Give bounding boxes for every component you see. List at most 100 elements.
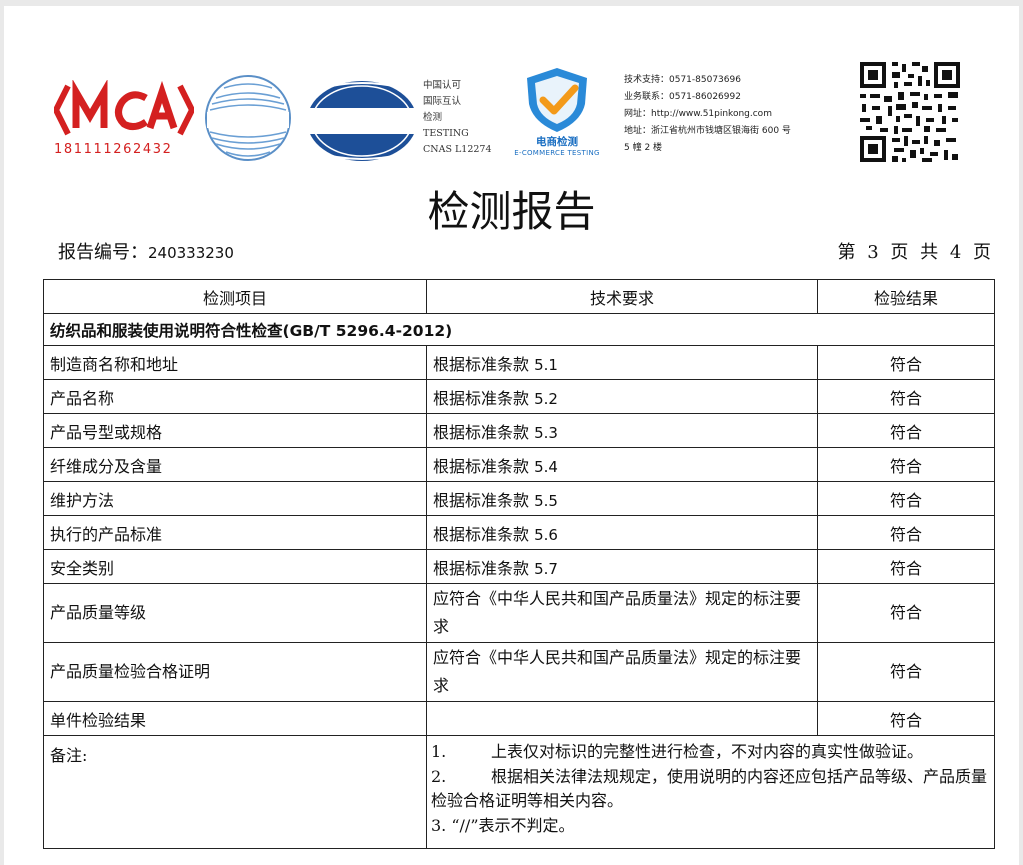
table-row: 产品质量检验合格证明 应符合《中华人民共和国产品质量法》规定的标注要求 符合 bbox=[43, 642, 995, 702]
inspection-table: 检测项目 技术要求 检验结果 纺织品和服装使用说明符合性检查(GB/T 5296… bbox=[43, 279, 995, 849]
note-number: 3. bbox=[431, 815, 452, 835]
requirement-cell: 根据标准条款 5.2 bbox=[426, 379, 818, 414]
cnas-text-line: CNAS L12274 bbox=[423, 144, 492, 155]
result-cell: 符合 bbox=[817, 549, 995, 584]
item-cell: 制造商名称和地址 bbox=[43, 345, 427, 380]
notes-row: 备注: 1. 上表仅对标识的完整性进行检查，不对内容的真实性做验证。 2. 根据相关… bbox=[43, 735, 995, 849]
contact-tech-support: 技术支持：0571-85073696 bbox=[624, 75, 741, 85]
note-item: 2. 根据相关法律法规规定，使用说明的内容还应包括产品等级、产品质量检验合格证明等… bbox=[431, 765, 988, 814]
cma-logo: 181111262432 bbox=[52, 79, 196, 162]
requirement-text: 根据标准条款 bbox=[433, 354, 535, 374]
clause-number: 5.3 bbox=[534, 423, 558, 442]
requirement-cell: 根据标准条款 5.1 bbox=[426, 345, 818, 380]
single-result-value: 符合 bbox=[817, 701, 995, 736]
cma-mark-icon bbox=[52, 79, 196, 136]
requirement-cell: 应符合《中华人民共和国产品质量法》规定的标注要求 bbox=[426, 583, 818, 643]
result-cell: 符合 bbox=[817, 345, 995, 380]
ecommerce-testing-subtitle: E-COMMERCE TESTING bbox=[514, 149, 600, 157]
clause-number: 5.5 bbox=[534, 491, 558, 510]
table-row: 产品质量等级 应符合《中华人民共和国产品质量法》规定的标注要求 符合 bbox=[43, 583, 995, 643]
ilac-mra-logo bbox=[202, 70, 294, 166]
item-cell: 产品质量检验合格证明 bbox=[43, 642, 427, 702]
report-number-value: 240333230 bbox=[148, 244, 234, 262]
cnas-text-line: TESTING bbox=[423, 128, 469, 139]
notes-content: 1. 上表仅对标识的完整性进行检查，不对内容的真实性做验证。 2. 根据相关法律法规… bbox=[426, 735, 995, 849]
table-row: 维护方法 根据标准条款 5.5 符合 bbox=[43, 481, 995, 516]
notes-label-cell: 备注: bbox=[43, 735, 427, 849]
item-cell: 执行的产品标准 bbox=[43, 515, 427, 550]
note-text: 根据相关法律法规规定，使用说明的内容还应包括产品等级、产品质量检验合格证明等相关… bbox=[431, 766, 988, 811]
table-row: 产品号型或规格 根据标准条款 5.3 符合 bbox=[43, 413, 995, 448]
note-item: 1. 上表仅对标识的完整性进行检查，不对内容的真实性做验证。 bbox=[431, 740, 988, 765]
note-item: 3. “//”表示不判定。 bbox=[431, 814, 988, 839]
result-cell: 符合 bbox=[817, 447, 995, 482]
requirement-cell: 根据标准条款 5.5 bbox=[426, 481, 818, 516]
result-cell: 符合 bbox=[817, 481, 995, 516]
requirement-cell: 根据标准条款 5.4 bbox=[426, 447, 818, 482]
report-number-label: 报告编号： bbox=[58, 242, 148, 263]
item-cell: 产品号型或规格 bbox=[43, 413, 427, 448]
cnas-icon bbox=[304, 81, 420, 161]
cma-number: 181111262432 bbox=[54, 142, 173, 157]
item-cell: 产品名称 bbox=[43, 379, 427, 414]
requirement-cell: 应符合《中华人民共和国产品质量法》规定的标注要求 bbox=[426, 642, 818, 702]
result-cell: 符合 bbox=[817, 583, 995, 643]
requirement-text: 根据标准条款 bbox=[433, 524, 535, 544]
table-row: 安全类别 根据标准条款 5.7 符合 bbox=[43, 549, 995, 584]
note-text: 上表仅对标识的完整性进行检查，不对内容的真实性做验证。 bbox=[491, 742, 924, 761]
ilac-mra-icon bbox=[205, 75, 291, 161]
result-cell: 符合 bbox=[817, 642, 995, 702]
clause-number: 5.7 bbox=[534, 559, 558, 578]
document-title: 检测报告 bbox=[427, 187, 596, 236]
result-cell: 符合 bbox=[817, 515, 995, 550]
requirement-cell: 根据标准条款 5.6 bbox=[426, 515, 818, 550]
section-title: 纺织品和服装使用说明符合性检查(GB/T 5296.4-2012) bbox=[43, 313, 995, 346]
notes-label-inner: 备注: bbox=[50, 742, 420, 766]
note-text: “//”表示不判定。 bbox=[451, 815, 575, 835]
contact-address: 地址：浙江省杭州市钱塘区银海街 600 号 bbox=[624, 126, 791, 136]
requirement-cell: 根据标准条款 5.7 bbox=[426, 549, 818, 584]
page-indicator: 第 3 页 共 4 页 bbox=[837, 242, 991, 263]
clause-number: 5.6 bbox=[534, 525, 558, 544]
result-cell: 符合 bbox=[817, 413, 995, 448]
shield-check-icon bbox=[527, 68, 587, 132]
item-cell: 安全类别 bbox=[43, 549, 427, 584]
requirement-text: 根据标准条款 bbox=[433, 422, 535, 442]
table-row: 执行的产品标准 根据标准条款 5.6 符合 bbox=[43, 515, 995, 550]
section-row: 纺织品和服装使用说明符合性检查(GB/T 5296.4-2012) bbox=[43, 313, 995, 346]
cnas-logo bbox=[304, 78, 420, 164]
single-result-empty bbox=[426, 701, 818, 736]
item-cell: 纤维成分及含量 bbox=[43, 447, 427, 482]
requirement-text: 根据标准条款 bbox=[433, 558, 535, 578]
clause-number: 5.2 bbox=[534, 389, 558, 408]
requirement-text: 根据标准条款 bbox=[433, 490, 535, 510]
header-requirement: 技术要求 bbox=[426, 279, 818, 314]
table-row: 制造商名称和地址 根据标准条款 5.1 符合 bbox=[43, 345, 995, 380]
note-number: 1. bbox=[431, 742, 447, 761]
contact-info: 技术支持：0571-85073696 业务联系：0571-86026992 网址… bbox=[624, 72, 844, 157]
single-result-row: 单件检验结果 符合 bbox=[43, 701, 995, 736]
table-row: 纤维成分及含量 根据标准条款 5.4 符合 bbox=[43, 447, 995, 482]
contact-business: 业务联系：0571-86026992 bbox=[624, 92, 741, 102]
cnas-text-line: 检测 bbox=[423, 112, 443, 123]
notes-label: 备注: bbox=[50, 746, 88, 765]
header-result: 检验结果 bbox=[817, 279, 995, 314]
ecommerce-testing-logo: 电商检测 E-COMMERCE TESTING bbox=[509, 64, 605, 164]
cnas-description: 中国认可 国际互认 检测 TESTING CNAS L12274 bbox=[423, 78, 509, 158]
item-cell: 维护方法 bbox=[43, 481, 427, 516]
item-cell: 产品质量等级 bbox=[43, 583, 427, 643]
qr-code-icon bbox=[858, 60, 962, 164]
requirement-text: 根据标准条款 bbox=[433, 388, 535, 408]
contact-website: 网址：http://www.51pinkong.com bbox=[624, 109, 772, 119]
table-row: 产品名称 根据标准条款 5.2 符合 bbox=[43, 379, 995, 414]
ecommerce-testing-name: 电商检测 bbox=[536, 136, 578, 148]
cnas-text-line: 国际互认 bbox=[423, 96, 462, 107]
header-item: 检测项目 bbox=[43, 279, 427, 314]
clause-number: 5.4 bbox=[534, 457, 558, 476]
contact-address-line2: 5 幢 2 楼 bbox=[624, 143, 663, 153]
single-result-label: 单件检验结果 bbox=[43, 701, 427, 736]
note-number: 2. bbox=[431, 766, 447, 786]
cnas-text-line: 中国认可 bbox=[423, 80, 462, 91]
table-header-row: 检测项目 技术要求 检验结果 bbox=[43, 279, 995, 314]
requirement-text: 根据标准条款 bbox=[433, 456, 535, 476]
